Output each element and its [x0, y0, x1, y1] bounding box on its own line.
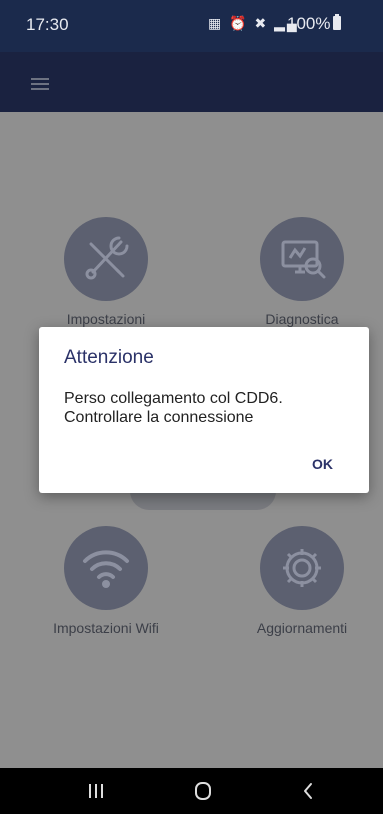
dialog-message: Perso collegamento col CDD6. Controllare… — [64, 390, 283, 426]
hamburger-menu-icon[interactable] — [31, 78, 49, 91]
mute-icon: ✖ — [254, 15, 269, 31]
tile-impostazioni-wifi[interactable]: Impostazioni Wifi — [21, 526, 191, 636]
battery-icon — [333, 14, 342, 30]
alarm-icon: ⏰ — [229, 15, 249, 31]
battery-percent: 100% — [287, 14, 331, 33]
tools-icon — [64, 217, 148, 301]
ok-button[interactable]: OK — [312, 456, 333, 472]
status-bar: 17:30 ▦ ⏰ ✖ ▂▄ 100% — [0, 0, 383, 52]
tile-label: Impostazioni — [66, 311, 146, 327]
tile-impostazioni[interactable]: Impostazioni — [21, 217, 191, 327]
tile-diagnostica[interactable]: Diagnostica — [217, 217, 383, 327]
status-time: 17:30 — [26, 15, 69, 34]
tile-label: Diagnostica — [265, 311, 339, 327]
gear-icon — [260, 526, 344, 610]
alert-dialog: Attenzione Perso collegamento col CDD6. … — [39, 327, 369, 493]
navigation-bar — [0, 768, 383, 814]
battery-indicator: 100% — [287, 14, 342, 34]
home-icon[interactable] — [173, 768, 233, 814]
tile-aggiornamenti[interactable]: Aggiornamenti — [217, 526, 383, 636]
recent-apps-icon[interactable] — [66, 768, 126, 814]
wifi-icon — [64, 526, 148, 610]
notification-icon: ▦ — [208, 15, 224, 31]
diagnostics-monitor-icon — [260, 217, 344, 301]
status-icons: ▦ ⏰ ✖ ▂▄ — [208, 15, 299, 32]
back-icon[interactable] — [278, 768, 338, 814]
app-bar — [0, 52, 383, 112]
tile-label: Impostazioni Wifi — [53, 620, 159, 636]
tile-label: Aggiornamenti — [256, 620, 348, 636]
dialog-title: Attenzione — [64, 347, 154, 368]
